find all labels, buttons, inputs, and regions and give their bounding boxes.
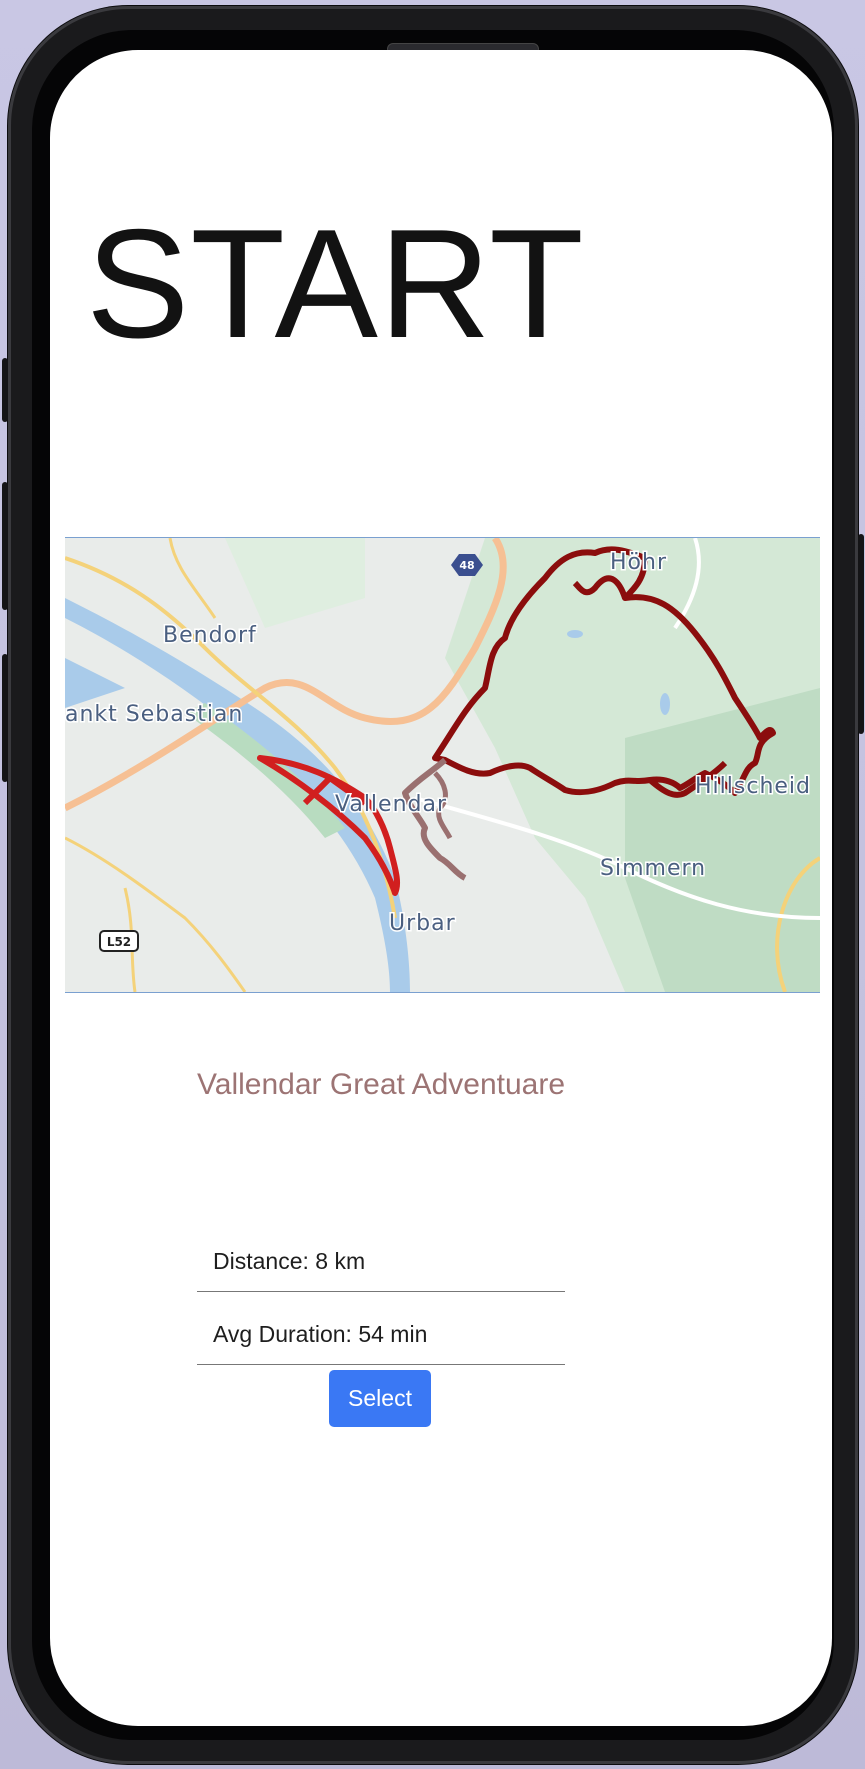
lake-small bbox=[567, 630, 583, 638]
place-label-urbar: Urbar bbox=[389, 911, 456, 936]
duration-text: Avg Duration: 54 min bbox=[213, 1321, 428, 1347]
distance-row: Distance: 8 km bbox=[197, 1220, 565, 1292]
route-map[interactable]: 48 L52 Höhr Bendorf ankt Sebastian Valle… bbox=[65, 537, 820, 993]
volume-down-button bbox=[2, 654, 8, 782]
route-title: Vallendar Great Adventuare bbox=[197, 1068, 566, 1101]
select-button[interactable]: Select bbox=[329, 1370, 431, 1427]
place-label-vallendar: Vallendar bbox=[335, 792, 447, 817]
hero-title: START bbox=[86, 197, 585, 370]
phone-frame: START 48 L52 Höhr Bendorf ankt Sebastian… bbox=[2, 6, 864, 1764]
lake bbox=[660, 693, 670, 715]
svg-text:L52: L52 bbox=[107, 935, 131, 949]
place-label-hillscheid: Hillscheid bbox=[695, 774, 811, 799]
road-shield-l52: L52 bbox=[99, 930, 139, 952]
map-canvas: 48 L52 Höhr Bendorf ankt Sebastian Valle… bbox=[65, 538, 820, 992]
volume-up-button bbox=[2, 482, 8, 610]
mute-switch bbox=[2, 358, 8, 422]
place-label-bendorf: Bendorf bbox=[163, 623, 257, 648]
place-label-hohr: Höhr bbox=[610, 550, 667, 575]
app-screen: START 48 L52 Höhr Bendorf ankt Sebastian… bbox=[50, 50, 832, 1726]
svg-text:48: 48 bbox=[459, 559, 474, 572]
power-button bbox=[858, 534, 864, 734]
place-label-simmern: Simmern bbox=[600, 856, 706, 881]
distance-text: Distance: 8 km bbox=[213, 1248, 366, 1274]
place-label-sankt-sebastian: ankt Sebastian bbox=[65, 702, 243, 727]
duration-row: Avg Duration: 54 min bbox=[197, 1293, 565, 1365]
forest-area-dense bbox=[625, 688, 820, 992]
